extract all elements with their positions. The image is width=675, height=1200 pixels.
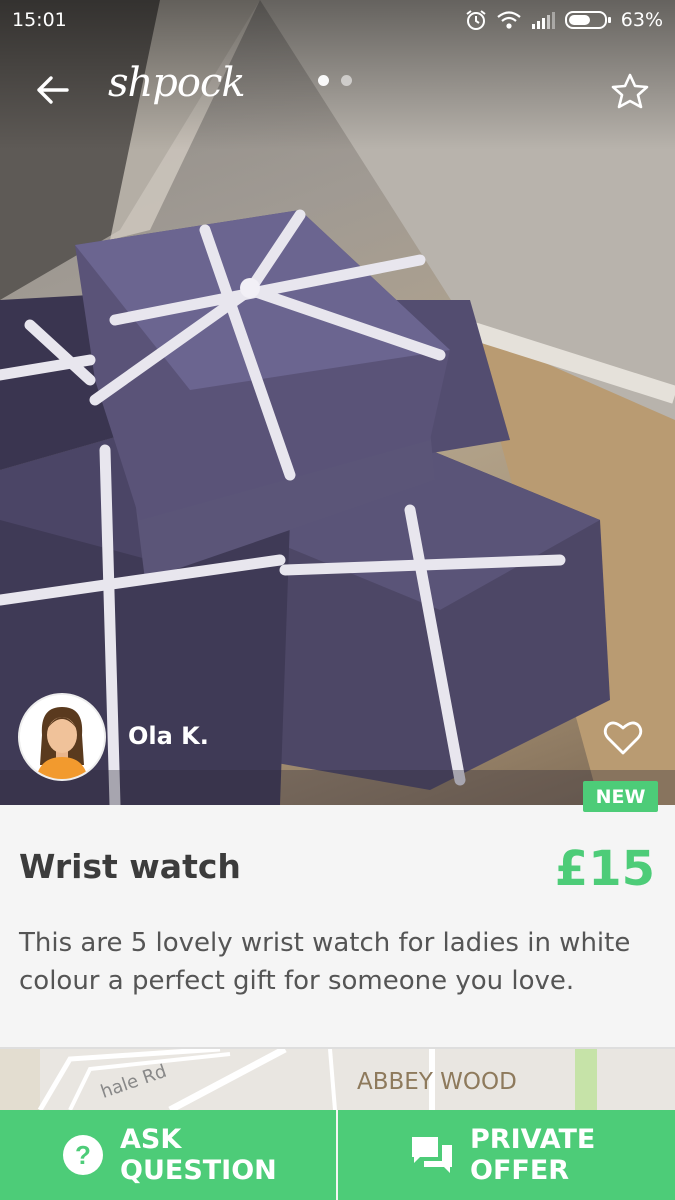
favorite-button[interactable] bbox=[609, 70, 651, 112]
private-offer-button[interactable]: PRIVATE OFFER bbox=[338, 1110, 675, 1200]
listing-price: £15 bbox=[554, 841, 655, 897]
gift-boxes-image bbox=[0, 0, 675, 805]
status-bar: 15:01 63% bbox=[0, 0, 675, 40]
image-pager[interactable] bbox=[318, 75, 352, 86]
product-photo[interactable]: 15:01 63% shpock Ola K. bbox=[0, 0, 675, 805]
bottom-action-bar: ? ASK QUESTION PRIVATE OFFER bbox=[0, 1110, 675, 1200]
location-map[interactable]: hale Rd ABBEY WOOD bbox=[0, 1049, 675, 1110]
map-area-label: ABBEY WOOD bbox=[357, 1069, 517, 1095]
new-badge: NEW bbox=[583, 781, 658, 812]
star-icon bbox=[611, 73, 649, 109]
like-button[interactable] bbox=[601, 716, 645, 760]
wifi-icon bbox=[497, 11, 521, 29]
offer-line-2: OFFER bbox=[470, 1155, 570, 1186]
question-circle-icon: ? bbox=[62, 1134, 104, 1176]
listing-title: Wrist watch bbox=[19, 847, 241, 886]
battery-percent: 63% bbox=[620, 9, 663, 31]
shpock-logo: shpock bbox=[108, 60, 246, 106]
ask-question-button[interactable]: ? ASK QUESTION bbox=[0, 1110, 336, 1200]
svg-text:?: ? bbox=[75, 1140, 91, 1170]
alarm-icon bbox=[465, 9, 487, 31]
signal-icon bbox=[531, 11, 555, 29]
back-button[interactable] bbox=[32, 70, 72, 110]
seller-avatar[interactable] bbox=[18, 693, 106, 781]
ask-line-2: QUESTION bbox=[120, 1155, 277, 1186]
status-time: 15:01 bbox=[12, 9, 67, 31]
ask-line-1: ASK bbox=[120, 1124, 182, 1155]
chat-bubbles-icon bbox=[410, 1135, 454, 1175]
offer-line-1: PRIVATE bbox=[470, 1124, 596, 1155]
map-roads bbox=[0, 1049, 597, 1110]
avatar-image bbox=[20, 695, 104, 779]
arrow-left-icon bbox=[37, 76, 69, 104]
pager-dot-2[interactable] bbox=[341, 75, 352, 86]
battery-icon bbox=[564, 10, 611, 30]
pager-dot-1[interactable] bbox=[318, 75, 329, 86]
listing-description: This are 5 lovely wrist watch for ladies… bbox=[19, 928, 631, 996]
listing-details: Wrist watch £15 This are 5 lovely wrist … bbox=[0, 805, 675, 1048]
heart-icon bbox=[603, 721, 643, 755]
seller-name[interactable]: Ola K. bbox=[128, 722, 209, 750]
